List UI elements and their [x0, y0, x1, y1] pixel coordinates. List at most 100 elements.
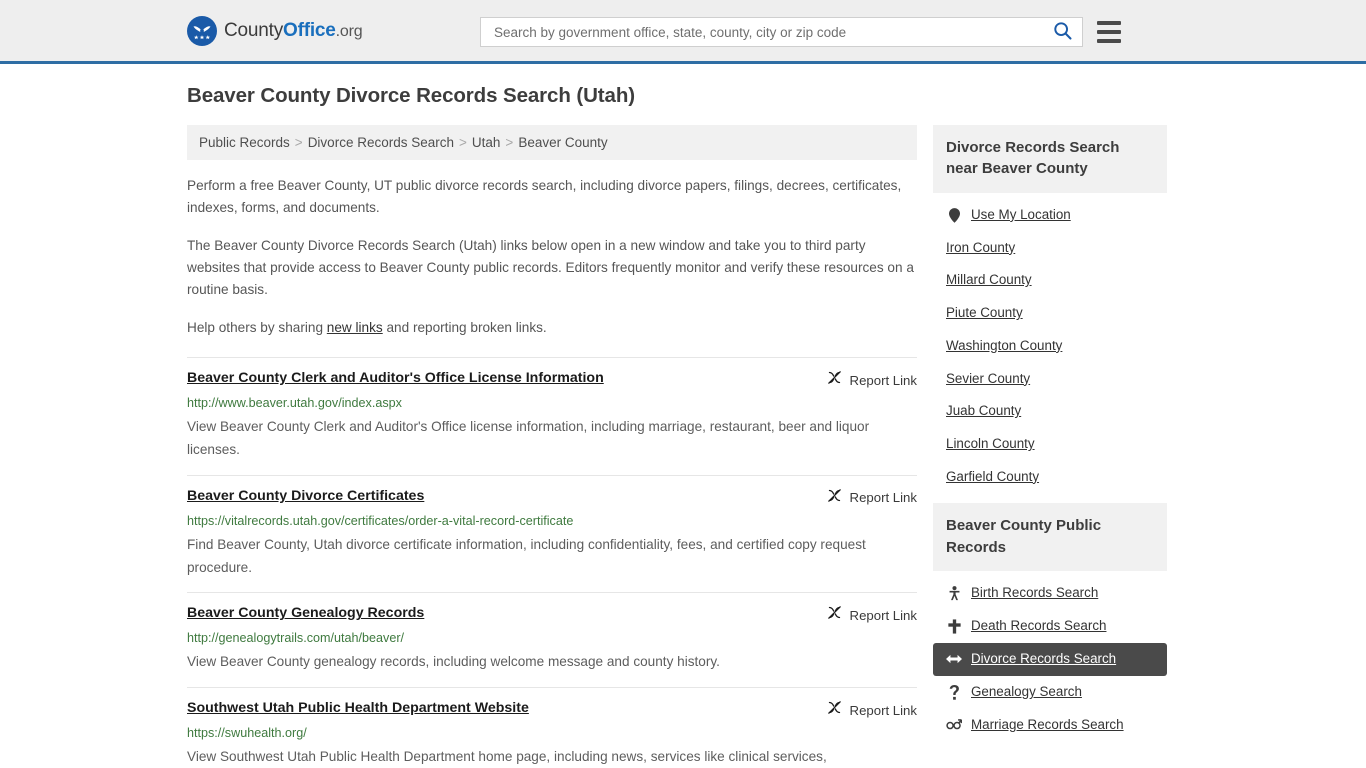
report-link-label: Report Link: [849, 607, 917, 623]
sidebar-item-sevier-county[interactable]: Sevier County: [933, 363, 1167, 396]
result-description: View Beaver County Clerk and Auditor's O…: [187, 419, 870, 457]
sidebar-item-garfield-county[interactable]: Garfield County: [933, 461, 1167, 494]
sidebar-item-washington-county[interactable]: Washington County: [933, 330, 1167, 363]
sidebar-item-birth-records-search[interactable]: Birth Records Search: [933, 577, 1167, 610]
sidebar-item-label: Marriage Records Search: [971, 716, 1124, 732]
sidebar-item-marriage-records-search[interactable]: Marriage Records Search: [933, 709, 1167, 742]
report-link-button[interactable]: Report Link: [827, 605, 917, 625]
sidebar-item-label: Garfield County: [946, 468, 1040, 484]
sidebar-item-label: Juab County: [946, 403, 1022, 419]
map-pin-icon: [946, 207, 962, 223]
nearby-searches-title: Divorce Records Search near Beaver Count…: [933, 125, 1167, 193]
public-records-title: Beaver County Public Records: [933, 503, 1167, 572]
baby-icon: [946, 586, 962, 601]
result-description: View Beaver County genealogy records, in…: [187, 654, 720, 670]
broken-link-icon: [827, 700, 842, 720]
sidebar-item-label: Use My Location: [971, 206, 1071, 222]
hamburger-menu-icon[interactable]: [1097, 21, 1125, 43]
intro-paragraph-2: The Beaver County Divorce Records Search…: [187, 238, 914, 298]
question-mark-icon: [946, 684, 962, 700]
sidebar-item-label: Millard County: [946, 272, 1032, 288]
sidebar-item-piute-county[interactable]: Piute County: [933, 297, 1167, 330]
breadcrumb-item-2[interactable]: Utah: [472, 135, 501, 150]
brand-part-office: Office: [283, 19, 336, 41]
sidebar-item-label: Divorce Records Search: [971, 651, 1117, 667]
broken-link-icon: [827, 605, 842, 625]
sidebar-item-use-my-location[interactable]: Use My Location: [933, 199, 1167, 232]
brand-wordmark: CountyOffice.org: [224, 19, 363, 42]
sidebar-item-iron-county[interactable]: Iron County: [933, 232, 1167, 265]
page-title: Beaver County Divorce Records Search (Ut…: [187, 84, 635, 107]
new-links-link[interactable]: new links: [327, 320, 383, 335]
intro-p3-before: Help others by sharing: [187, 320, 327, 336]
sidebar-item-label: Washington County: [946, 337, 1063, 353]
brand-part-org: .org: [335, 22, 363, 40]
result-description: View Southwest Utah Public Health Depart…: [187, 749, 827, 765]
search-area: [480, 17, 1125, 47]
breadcrumb-separator: >: [294, 135, 303, 150]
main-column: Public Records > Divorce Records Search > Ut…: [187, 125, 917, 768]
result-header: Southwest Utah Public Health Department …: [187, 699, 917, 720]
breadcrumb-item-3[interactable]: Beaver County: [518, 135, 607, 150]
breadcrumb-separator: >: [459, 135, 467, 150]
result-url[interactable]: https://vitalrecords.utah.gov/certificat…: [187, 513, 917, 530]
nearby-searches-list: Use My Location Iron County Millard Coun…: [933, 193, 1167, 494]
result-title-link[interactable]: Beaver County Clerk and Auditor's Office…: [187, 369, 616, 387]
report-link-label: Report Link: [849, 490, 917, 506]
public-records-card: Beaver County Public Records Birth Recor…: [933, 503, 1167, 741]
page-container: Beaver County Divorce Records Search (Ut…: [183, 64, 1183, 768]
intro-paragraph-1: Perform a free Beaver County, UT public …: [187, 178, 902, 216]
result-title-link[interactable]: Southwest Utah Public Health Department …: [187, 699, 541, 717]
eagle-stars-logo-icon: [187, 15, 217, 46]
sidebar-item-divorce-records-search[interactable]: Divorce Records Search: [933, 643, 1167, 676]
site-header: CountyOffice.org: [0, 0, 1366, 64]
result-item: Beaver County Divorce Certificates Repor…: [187, 474, 917, 593]
breadcrumb-item-0[interactable]: Public Records: [199, 135, 290, 150]
breadcrumb-separator: >: [505, 135, 514, 150]
search-box[interactable]: [480, 17, 1083, 47]
sidebar-item-millard-county[interactable]: Millard County: [933, 264, 1167, 297]
result-url[interactable]: http://genealogytrails.com/utah/beaver/: [187, 630, 917, 647]
result-title-link[interactable]: Beaver County Genealogy Records: [187, 604, 436, 622]
sidebar-item-label: Piute County: [946, 305, 1023, 321]
result-item: Southwest Utah Public Health Department …: [187, 687, 917, 768]
arrows-left-right-icon: [946, 653, 962, 665]
result-description: Find Beaver County, Utah divorce certifi…: [187, 536, 866, 575]
result-url[interactable]: http://www.beaver.utah.gov/index.aspx: [187, 395, 917, 412]
report-link-button[interactable]: Report Link: [827, 488, 917, 508]
result-item: Beaver County Genealogy Records Report L…: [187, 592, 917, 687]
mars-venus-icon: [946, 718, 962, 732]
result-header: Beaver County Genealogy Records Report L…: [187, 604, 917, 625]
cross-icon: [946, 619, 962, 634]
report-link-label: Report Link: [849, 372, 917, 388]
result-header: Beaver County Clerk and Auditor's Office…: [187, 369, 917, 390]
sidebar-item-genealogy-search[interactable]: Genealogy Search: [933, 676, 1167, 709]
sidebar-item-label: Lincoln County: [946, 436, 1035, 451]
search-button[interactable]: [1049, 21, 1074, 43]
search-input[interactable]: [492, 18, 1049, 46]
brand-part-county: County: [224, 19, 284, 41]
public-records-list: Birth Records Search Death Records Searc…: [933, 571, 1167, 741]
site-logo-link[interactable]: CountyOffice.org: [187, 15, 363, 46]
sidebar-item-juab-county[interactable]: Juab County: [933, 395, 1167, 428]
report-link-button[interactable]: Report Link: [827, 370, 917, 390]
content-columns: Public Records > Divorce Records Search > Ut…: [183, 125, 1183, 768]
report-link-button[interactable]: Report Link: [827, 700, 917, 720]
intro-paragraph-3: Help others by sharing new links and rep…: [187, 317, 917, 339]
sidebar-item-label: Birth Records Search: [971, 585, 1099, 601]
result-title-link[interactable]: Beaver County Divorce Certificates: [187, 487, 436, 505]
search-icon: [1053, 21, 1072, 43]
sidebar-item-death-records-search[interactable]: Death Records Search: [933, 610, 1167, 643]
sidebar: Divorce Records Search near Beaver Count…: [933, 125, 1167, 768]
sidebar-item-lincoln-county[interactable]: Lincoln County: [933, 428, 1167, 461]
broken-link-icon: [827, 370, 842, 390]
result-header: Beaver County Divorce Certificates Repor…: [187, 487, 917, 508]
sidebar-item-label: Death Records Search: [971, 618, 1107, 634]
nearby-searches-card: Divorce Records Search near Beaver Count…: [933, 125, 1167, 493]
header-inner: CountyOffice.org: [183, 0, 1183, 61]
intro-p3-after: and reporting broken links.: [382, 320, 547, 336]
sidebar-item-label: Sevier County: [946, 370, 1031, 386]
breadcrumb-item-1[interactable]: Divorce Records Search: [308, 135, 454, 150]
results-list: Beaver County Clerk and Auditor's Office…: [187, 357, 917, 768]
result-url[interactable]: https://swuhealth.org/: [187, 725, 917, 742]
